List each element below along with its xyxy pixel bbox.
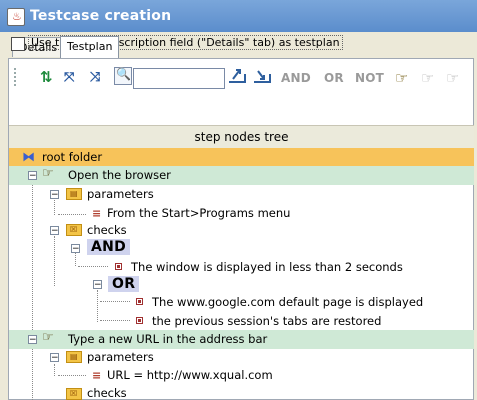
search-icon[interactable]: 🔍 [114, 67, 132, 85]
insert-step-hand-icon[interactable]: ☞ [446, 69, 459, 87]
check-icon [115, 263, 122, 270]
tree-line [58, 375, 86, 376]
tab-testplan[interactable]: Testplan [60, 36, 120, 58]
move-down-icon[interactable] [252, 67, 272, 85]
check-text: the previous session's tabs are restored [152, 314, 382, 328]
checks-folder-icon: ☒ [66, 388, 82, 400]
root-folder-icon: ⧓ [22, 150, 35, 165]
checks-folder-icon: ☒ [66, 224, 82, 236]
step-hand-icon: ☞ [42, 330, 54, 345]
parameter-icon: ≡ [92, 369, 102, 382]
tree-line [32, 340, 33, 400]
java-app-icon: ♨ [7, 8, 25, 26]
or-button[interactable]: OR [324, 71, 344, 85]
root-folder-label: root folder [42, 150, 103, 164]
check-text: The www.google.com default page is displ… [152, 295, 424, 309]
tree-line [100, 320, 130, 321]
tree-line [54, 364, 55, 376]
step-label: Type a new URL in the address bar [68, 332, 268, 346]
search-input[interactable] [133, 68, 225, 89]
move-up-icon[interactable] [227, 67, 247, 85]
check-icon [136, 298, 143, 305]
parameters-label: parameters [87, 187, 154, 201]
step-label: Open the browser [68, 168, 171, 182]
window-title: Testcase creation [30, 8, 172, 24]
collapse-toggle[interactable]: − [28, 171, 37, 181]
tree-line [78, 266, 108, 267]
add-step-hand-icon[interactable]: ☞ [395, 69, 408, 87]
step-hand-icon: ☞ [42, 166, 54, 181]
tree-line [100, 301, 130, 302]
or-operator-node[interactable]: OR [108, 276, 140, 292]
collapse-toggle[interactable]: − [93, 280, 102, 290]
check-text: The window is displayed in less than 2 s… [131, 260, 403, 274]
and-button[interactable]: AND [281, 71, 311, 85]
toolbar-grip[interactable] [14, 68, 20, 86]
parameters-label: parameters [87, 350, 154, 364]
collapse-toggle[interactable]: − [50, 190, 59, 200]
parameters-folder-icon: ▤ [66, 351, 82, 363]
collapse-toggle[interactable]: − [50, 353, 59, 363]
parameter-value: URL = http://www.xqual.com [107, 368, 273, 382]
move-arrows-icon[interactable]: ⇅ [40, 68, 53, 86]
tree-line [58, 214, 86, 215]
add-substep-hand-icon[interactable]: ☞ [421, 69, 434, 87]
checks-label: checks [87, 223, 127, 237]
use-description-checkbox[interactable] [11, 37, 25, 51]
not-button[interactable]: NOT [355, 71, 384, 85]
checks-label: checks [87, 386, 127, 400]
collapse-all-icon[interactable]: ⤨ [90, 70, 100, 86]
tree-line [97, 290, 98, 322]
collapse-toggle[interactable]: − [50, 226, 59, 236]
parameter-value: From the Start>Programs menu [107, 206, 291, 220]
tree-line [54, 236, 55, 286]
collapse-toggle[interactable]: − [71, 244, 80, 254]
tree-header: step nodes tree [9, 125, 474, 149]
parameter-icon: ≡ [92, 207, 102, 220]
check-icon [136, 317, 143, 324]
tree-line [54, 200, 55, 215]
expand-all-icon[interactable]: ⤧ [64, 70, 74, 86]
tree-line [32, 180, 33, 338]
and-operator-node[interactable]: AND [87, 239, 131, 255]
collapse-toggle[interactable]: − [28, 335, 37, 345]
parameters-folder-icon: ▤ [66, 188, 82, 200]
